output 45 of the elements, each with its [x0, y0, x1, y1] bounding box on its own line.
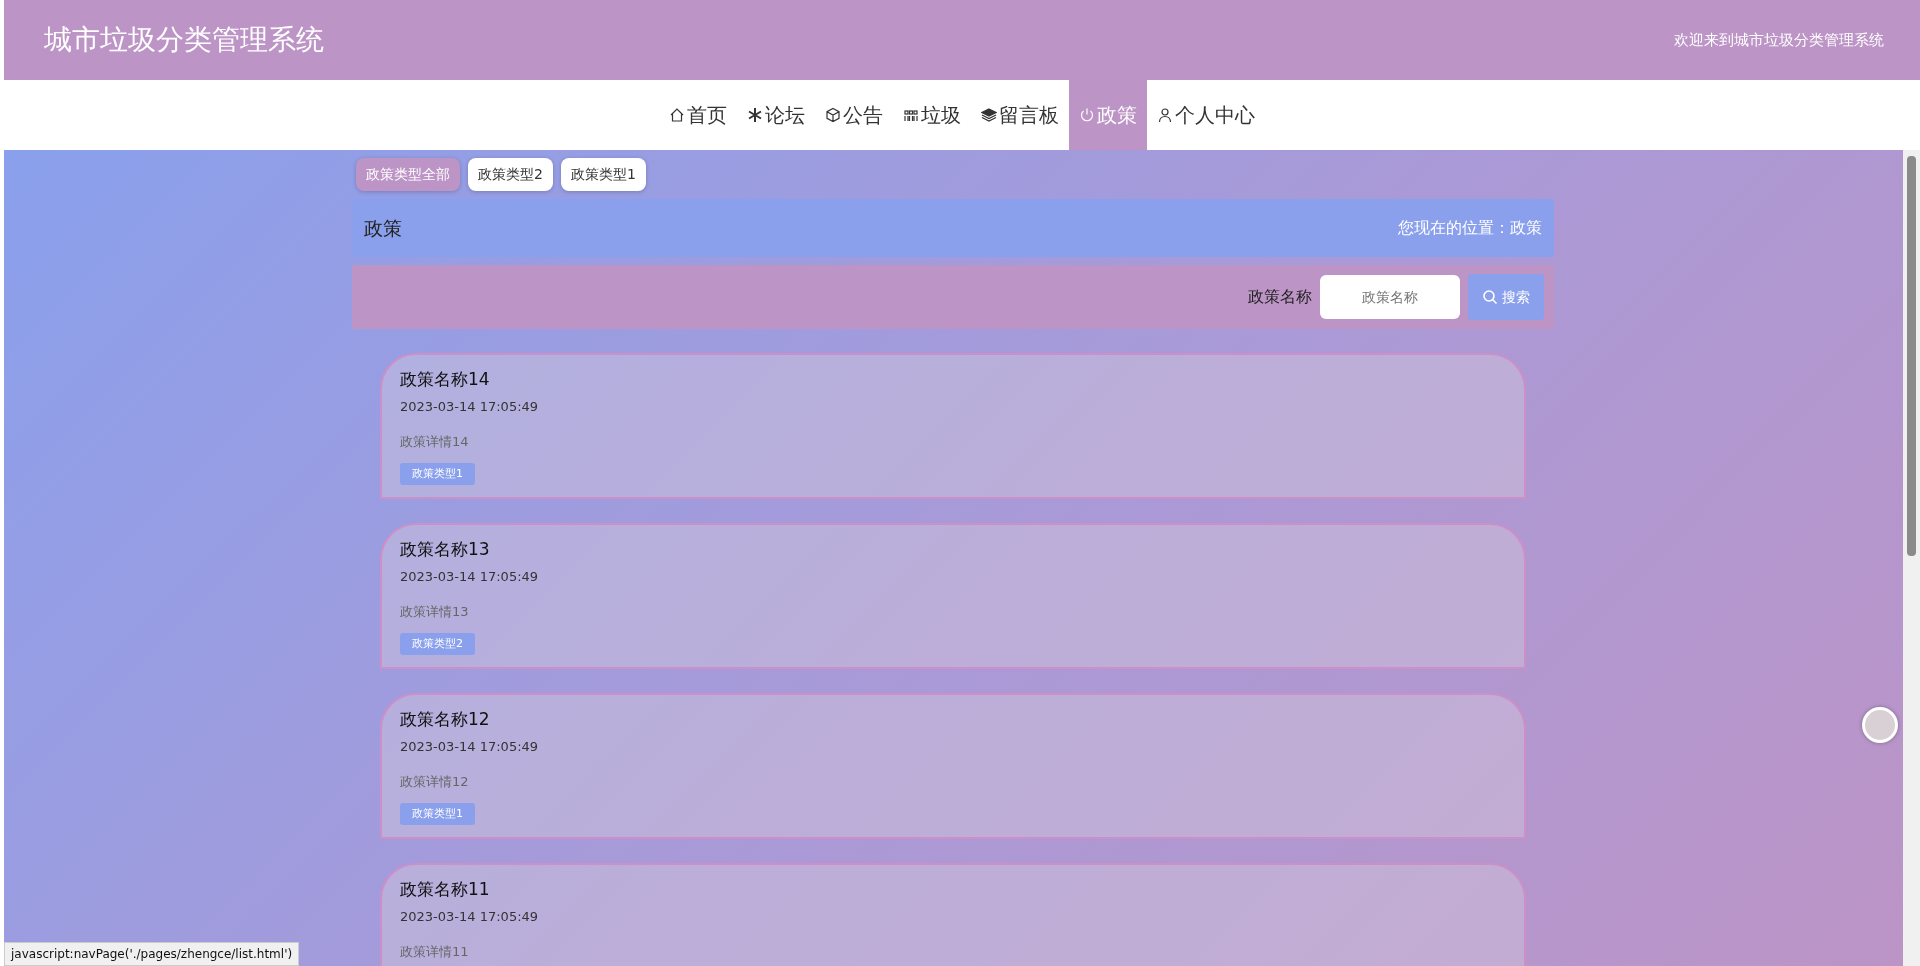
nav-tab[interactable]: 公告 [815, 80, 893, 150]
cube-icon [825, 107, 841, 123]
policy-tag: 政策类型1 [400, 462, 475, 485]
search-label: 政策名称 [1248, 286, 1312, 308]
nav-tab[interactable]: 留言板 [971, 80, 1069, 150]
policy-time: 2023-03-14 17:05:49 [400, 567, 540, 586]
policy-time: 2023-03-14 17:05:49 [400, 737, 540, 756]
policy-tag: 政策类型2 [400, 632, 475, 655]
policy-detail: 政策详情13 [400, 603, 470, 621]
person-icon [1157, 107, 1173, 123]
policy-detail: 政策详情12 [400, 773, 470, 791]
policy-title: 政策名称12 [400, 708, 491, 731]
policy-time: 2023-03-14 17:05:49 [400, 907, 540, 926]
layers-icon [981, 107, 997, 123]
policy-detail: 政策详情11 [400, 943, 470, 961]
location-text: 您现在的位置：政策 [1398, 217, 1542, 239]
filter-tab[interactable]: 政策类型2 [468, 158, 553, 191]
nav-tab[interactable]: 首页 [659, 80, 737, 150]
policy-card[interactable]: 政策名称13 2023-03-14 17:05:49 政策详情13 政策类型2 [380, 523, 1526, 669]
policy-card[interactable]: 政策名称12 2023-03-14 17:05:49 政策详情12 政策类型1 [380, 693, 1526, 839]
welcome-text: 欢迎来到城市垃圾分类管理系统 [1674, 29, 1884, 51]
policy-card[interactable]: 政策名称14 2023-03-14 17:05:49 政策详情14 政策类型1 [380, 353, 1526, 499]
home-icon [669, 107, 685, 123]
site-title: 城市垃圾分类管理系统 [44, 22, 324, 58]
scrollbar[interactable] [1903, 150, 1920, 966]
scrollbar-thumb[interactable] [1907, 156, 1916, 556]
grid-icon [903, 107, 919, 123]
nav-tab[interactable]: 论坛 [737, 80, 815, 150]
nav-tab[interactable]: 个人中心 [1147, 80, 1265, 150]
search-field[interactable]: 政策名称 [1320, 275, 1460, 319]
policy-detail: 政策详情14 [400, 433, 470, 451]
filter-tab[interactable]: 政策类型1 [560, 158, 646, 191]
avatar-button[interactable] [1862, 707, 1898, 743]
search-icon [1482, 289, 1498, 305]
policy-title: 政策名称14 [400, 368, 491, 391]
policy-card[interactable]: 政策名称11 2023-03-14 17:05:49 政策详情11 [380, 863, 1526, 966]
policy-time: 2023-03-14 17:05:49 [400, 397, 540, 416]
page-title: 政策 [364, 215, 402, 241]
status-url: javascript:navPage('./pages/zhengce/list.html') [4, 942, 300, 966]
policy-title: 政策名称13 [400, 538, 491, 561]
policy-tag: 政策类型1 [400, 802, 475, 825]
nav-tab[interactable]: 垃圾 [893, 80, 971, 150]
snowflake-icon [747, 107, 763, 123]
power-icon [1079, 107, 1095, 123]
policy-title: 政策名称11 [400, 878, 491, 901]
